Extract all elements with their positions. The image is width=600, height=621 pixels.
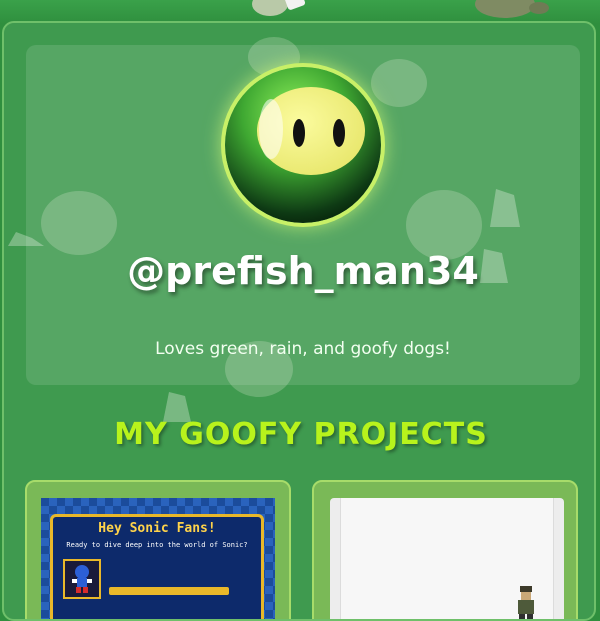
project-preview-subtitle: Ready to dive deep into the world of Son… (66, 541, 248, 549)
main-panel: @prefish_man34 Loves green, rain, and go… (2, 21, 596, 621)
sonic-banner-bar (109, 587, 229, 595)
character-figure-icon (518, 586, 534, 619)
sonic-banner: Hey Sonic Fans! Ready to dive deep into … (50, 514, 264, 619)
username: @prefish_man34 (127, 249, 479, 293)
bio-text: Loves green, rain, and goofy dogs! (155, 339, 451, 359)
project-thumbnail[interactable]: Hey Sonic Fans! Ready to dive deep into … (41, 498, 275, 619)
section-title: MY GOOFY PROJECTS (114, 417, 488, 452)
profile-card: @prefish_man34 Loves green, rain, and go… (26, 45, 580, 385)
dog-decoration-icon (475, 0, 549, 18)
dog-decoration-icon (252, 0, 306, 16)
project-preview-heading: Hey Sonic Fans! (98, 521, 216, 536)
avatar[interactable] (225, 67, 381, 223)
sonic-character-icon (63, 559, 101, 599)
project-thumbnail[interactable] (330, 498, 564, 619)
smiley-ball-icon (225, 67, 381, 223)
